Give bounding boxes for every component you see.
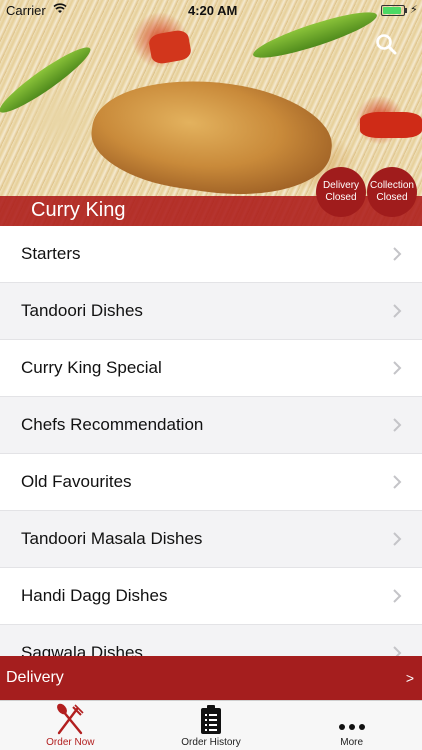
tab-more[interactable]: More (281, 701, 422, 750)
delivery-status-badge: Delivery Closed (316, 167, 366, 217)
clock: 4:20 AM (188, 3, 238, 18)
collection-status-line2: Closed (376, 192, 408, 203)
collection-status-line1: Collection (370, 180, 414, 191)
delivery-status-line2: Closed (325, 192, 357, 203)
menu-category-starters[interactable]: Starters (0, 226, 422, 283)
tab-order-now[interactable]: Order Now (0, 701, 141, 750)
delivery-status-line1: Delivery (322, 180, 360, 191)
chevron-right-icon (393, 589, 402, 603)
menu-category-label: Starters (21, 244, 81, 263)
chevron-right-icon (393, 646, 402, 656)
menu-category-tandoori-masala-dishes[interactable]: Tandoori Masala Dishes (0, 511, 422, 568)
menu-category-handi-dagg-dishes[interactable]: Handi Dagg Dishes (0, 568, 422, 625)
menu-category-list[interactable]: Starters Tandoori Dishes Curry King Spec… (0, 226, 422, 656)
tab-label: More (340, 737, 364, 748)
menu-category-old-favourites[interactable]: Old Favourites (0, 454, 422, 511)
menu-category-tandoori-dishes[interactable]: Tandoori Dishes (0, 283, 422, 340)
tab-label: Order Now (46, 737, 95, 748)
tab-label: Order History (181, 737, 241, 748)
menu-category-label: Handi Dagg Dishes (21, 586, 168, 605)
menu-category-label: Curry King Special (21, 358, 162, 377)
chevron-right-icon (393, 247, 402, 261)
chevron-right-icon (393, 418, 402, 432)
menu-category-saqwala-dishes[interactable]: Saqwala Dishes (0, 625, 422, 656)
chevron-right-icon (393, 475, 402, 489)
more-dots-icon (338, 724, 365, 730)
menu-category-label: Old Favourites (21, 472, 132, 491)
fork-knife-icon (57, 703, 84, 735)
order-type-bar[interactable]: Delivery > (0, 656, 422, 700)
chevron-right-icon (393, 532, 402, 546)
restaurant-name: Curry King (31, 199, 126, 221)
banner-image-chicken (85, 65, 339, 209)
banner-image-chili-left (0, 40, 96, 120)
menu-category-label: Tandoori Masala Dishes (21, 529, 203, 548)
charging-icon: ⚡ (410, 4, 418, 16)
battery-icon (381, 5, 405, 16)
carrier-label: Carrier (6, 3, 46, 18)
order-type-label: Delivery (6, 669, 64, 686)
chevron-right-icon (393, 361, 402, 375)
menu-category-label: Tandoori Dishes (21, 301, 143, 320)
order-type-arrow-icon: > (405, 670, 414, 686)
wifi-icon (53, 3, 67, 17)
banner-image-tomato-right (360, 112, 422, 138)
collection-status-badge: Collection Closed (367, 167, 417, 217)
menu-category-label: Saqwala Dishes (21, 643, 143, 656)
menu-category-label: Chefs Recommendation (21, 415, 204, 434)
chevron-right-icon (393, 304, 402, 318)
tab-order-history[interactable]: Order History (141, 701, 282, 750)
search-icon[interactable] (374, 32, 398, 56)
clipboard-icon (201, 705, 221, 734)
banner-image-tomato (147, 28, 193, 66)
battery-fill (383, 7, 401, 14)
tab-bar: Order Now Order History More (0, 700, 422, 750)
status-bar: Carrier 4:20 AM ⚡ (0, 0, 422, 22)
battery-tip (405, 8, 407, 13)
menu-category-chefs-recommendation[interactable]: Chefs Recommendation (0, 397, 422, 454)
menu-category-curry-king-special[interactable]: Curry King Special (0, 340, 422, 397)
